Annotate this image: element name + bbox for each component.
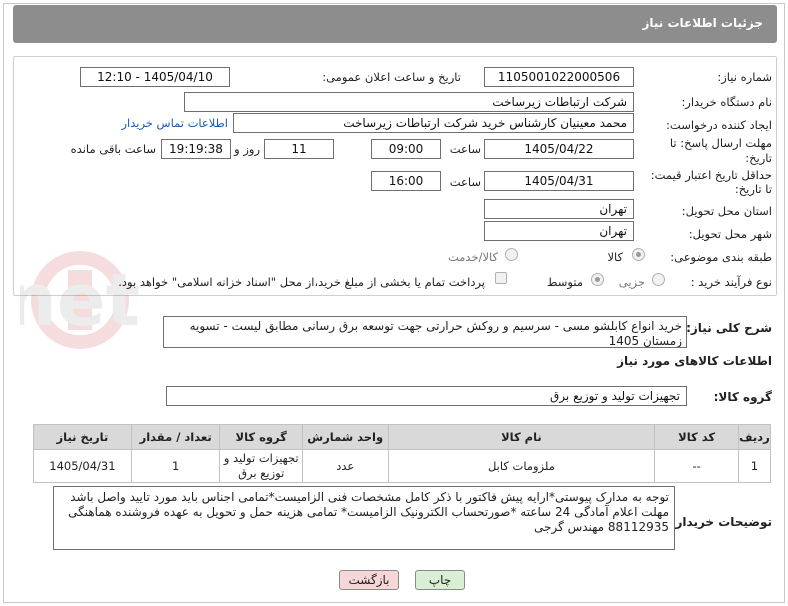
process-medium-radio[interactable]: [591, 273, 604, 286]
days-label: روز و: [234, 142, 260, 156]
row-group: تجهیزات تولید و توزیع برق: [219, 449, 303, 483]
remaining-time-field: 19:19:38: [161, 139, 231, 159]
title-bar: جزئیات اطلاعات نیاز: [13, 5, 777, 43]
treasury-payment-note: پرداخت تمام یا بخشی از مبلغ خرید،از محل …: [118, 275, 485, 289]
validity-date-field: 1405/04/31: [484, 171, 634, 191]
category-label: طبقه بندی موضوعی:: [670, 250, 772, 264]
col-index: ردیف: [737, 424, 772, 450]
buyer-org-field: شرکت ارتباطات زیرساخت: [184, 92, 634, 112]
page-title: جزئیات اطلاعات نیاز: [642, 16, 763, 30]
col-date: تاریخ نیاز: [33, 424, 132, 450]
col-unit: واحد شمارش: [301, 424, 389, 450]
process-minor-label: جزیی: [618, 275, 645, 289]
category-goods-service-radio[interactable]: [505, 248, 518, 261]
deadline-label-date: تاریخ:: [745, 151, 772, 165]
process-medium-label: متوسط: [546, 275, 583, 289]
col-name: نام کالا: [387, 424, 656, 450]
need-number-field: 1105001022000506: [484, 67, 634, 87]
buyer-notes-textarea[interactable]: توجه به مدارک پیوستی*ارایه پیش فاکتور با…: [53, 486, 675, 550]
description-textarea[interactable]: خرید انواع کابلشو مسی - سرسیم و روکش حرا…: [163, 316, 687, 348]
process-label: نوع فرآیند خرید :: [690, 275, 772, 289]
row-date: 1405/04/31: [33, 449, 132, 483]
print-button[interactable]: چاپ: [415, 570, 465, 590]
treasury-payment-checkbox[interactable]: [495, 272, 507, 284]
col-code: کد کالا: [654, 424, 739, 450]
goods-group-field: تجهیزات تولید و توزیع برق: [166, 386, 687, 406]
goods-group-label: گروه کالا:: [713, 390, 772, 404]
col-group: گروه کالا: [219, 424, 303, 450]
items-table: ردیف کد کالا نام کالا واحد شمارش گروه کا…: [33, 424, 772, 483]
deadline-time-label: ساعت: [449, 142, 481, 156]
days-remaining-field: 11: [264, 139, 334, 159]
validity-label-date: تا تاریخ:: [734, 182, 772, 196]
creator-label: ایجاد کننده درخواست:: [666, 118, 772, 132]
buyer-notes-label: توضیحات خریدار:: [670, 515, 772, 529]
announce-label: تاریخ و ساعت اعلان عمومی:: [322, 70, 461, 84]
validity-time-field: 16:00: [371, 171, 441, 191]
deadline-date-field: 1405/04/22: [484, 139, 634, 159]
row-name: ملزومات کابل: [387, 449, 656, 483]
creator-field: محمد معینیان کارشناس خرید شرکت ارتباطات …: [233, 113, 634, 133]
row-code: --: [654, 449, 739, 483]
deadline-label: مهلت ارسال پاسخ: تا: [669, 136, 772, 150]
contact-info-link[interactable]: اطلاعات تماس خریدار: [121, 116, 228, 130]
back-button[interactable]: بازگشت: [339, 570, 399, 590]
category-goods-service-label: کالا/خدمت: [447, 250, 498, 264]
announce-datetime-field: 1405/04/10 - 12:10: [80, 67, 230, 87]
items-section-title: اطلاعات کالاهای مورد نیاز: [617, 354, 772, 368]
row-index: 1: [737, 449, 772, 483]
table-row: 1 -- ملزومات کابل عدد تجهیزات تولید و تو…: [33, 449, 772, 483]
col-qty: تعداد / مقدار: [130, 424, 221, 450]
category-goods-radio[interactable]: [632, 248, 645, 261]
validity-label: حداقل تاریخ اعتبار قیمت:: [650, 168, 772, 182]
city-label: شهر محل تحویل:: [688, 227, 772, 241]
row-qty: 1: [130, 449, 221, 483]
row-unit: عدد: [301, 449, 389, 483]
city-field: تهران: [484, 221, 634, 241]
validity-time-label: ساعت: [449, 175, 481, 189]
province-label: استان محل تحویل:: [681, 204, 772, 218]
need-number-label: شماره نیاز:: [717, 70, 772, 84]
table-header-row: ردیف کد کالا نام کالا واحد شمارش گروه کا…: [33, 424, 772, 450]
remaining-time-label: ساعت باقی مانده: [70, 142, 156, 156]
process-minor-radio[interactable]: [652, 273, 665, 286]
deadline-time-field: 09:00: [371, 139, 441, 159]
category-goods-label: کالا: [607, 250, 623, 264]
province-field: تهران: [484, 199, 634, 219]
description-label: شرح کلی نیاز:: [686, 321, 772, 335]
buyer-org-label: نام دستگاه خریدار:: [681, 95, 772, 109]
